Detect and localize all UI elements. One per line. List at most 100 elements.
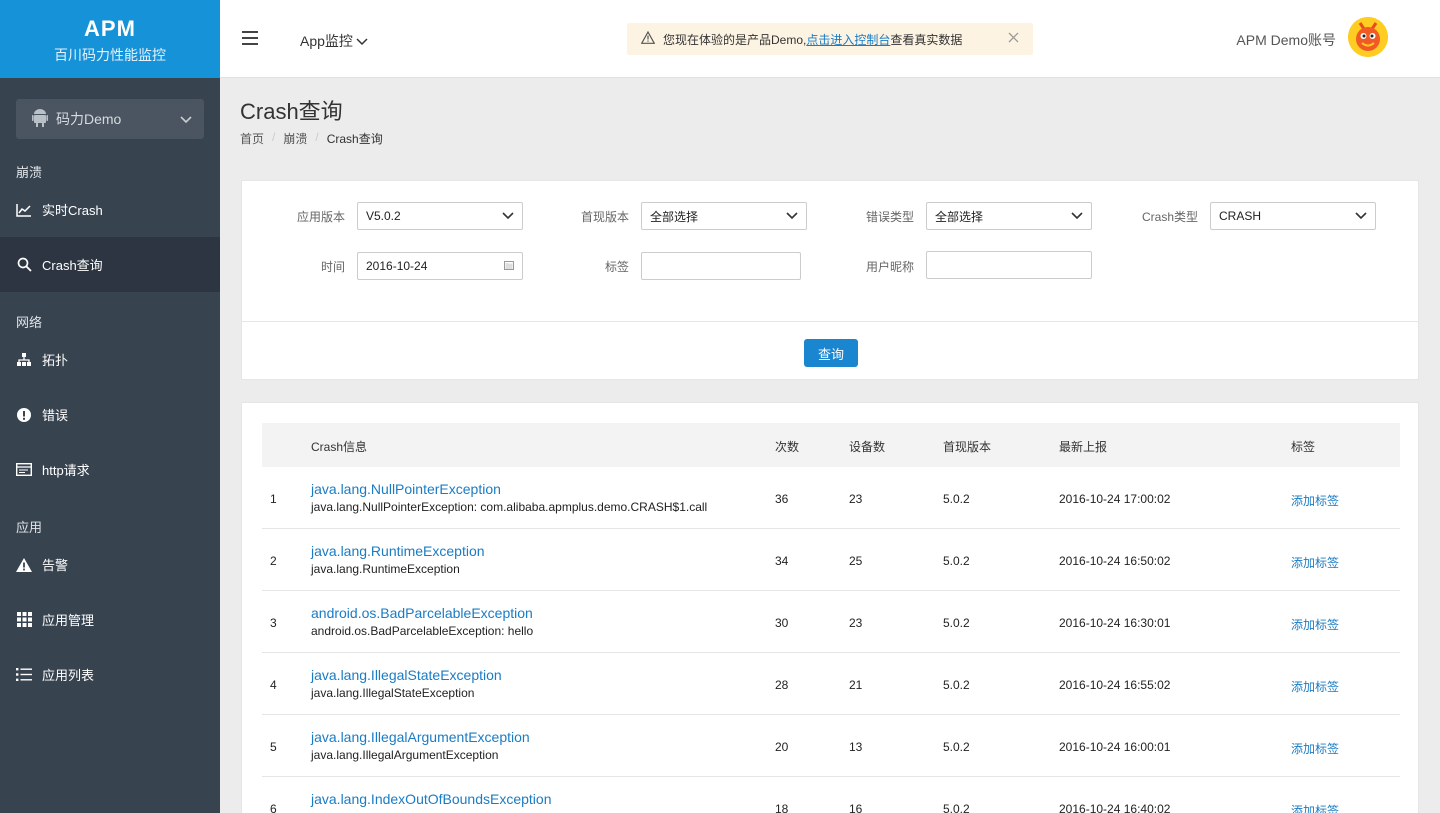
close-icon[interactable] — [1008, 30, 1019, 48]
nav-item-label: 拓扑 — [42, 353, 69, 368]
nav-item-error[interactable]: 错误 — [0, 387, 220, 442]
nav-item-topology[interactable]: 拓扑 — [0, 332, 220, 387]
table-header: Crash信息 次数 设备数 首现版本 最新上报 标签 — [262, 423, 1400, 467]
header-tag: 标签 — [1291, 440, 1316, 454]
nav-item-alarm[interactable]: 告警 — [0, 537, 220, 592]
first-version: 5.0.2 — [943, 554, 970, 568]
crash-count: 36 — [775, 492, 789, 506]
first-version: 5.0.2 — [943, 740, 970, 754]
breadcrumb-home[interactable]: 首页 — [240, 130, 264, 147]
crash-title-link[interactable]: java.lang.NullPointerException — [311, 481, 707, 497]
device-count: 21 — [849, 678, 863, 692]
chevron-down-icon — [180, 111, 192, 127]
add-tag-link[interactable]: 添加标签 — [1291, 678, 1339, 695]
nav-item-label: Crash查询 — [42, 258, 103, 273]
sidebar: APM 百川码力性能监控 码力Demo 崩溃 实时Crash Crash查询 网… — [0, 0, 220, 813]
latest-report: 2016-10-24 16:30:01 — [1059, 616, 1171, 630]
latest-report: 2016-10-24 16:55:02 — [1059, 678, 1171, 692]
add-tag-link[interactable]: 添加标签 — [1291, 802, 1339, 813]
row-index: 3 — [270, 616, 277, 630]
tag-label: 标签 — [604, 260, 629, 274]
chevron-down-icon — [356, 33, 368, 49]
crash-title-link[interactable]: java.lang.IllegalStateException — [311, 667, 502, 683]
query-button[interactable]: 查询 — [804, 339, 858, 367]
top-header: App监控 您现在体验的是产品Demo, 点击进入控制台 查看真实数据 APM … — [220, 0, 1440, 78]
filter-divider — [242, 321, 1418, 322]
latest-report: 2016-10-24 16:50:02 — [1059, 554, 1171, 568]
latest-report: 2016-10-24 17:00:02 — [1059, 492, 1171, 506]
app-selector-name: 码力Demo — [56, 111, 122, 127]
warning-icon — [640, 30, 656, 47]
error-type-value: 全部选择 — [935, 209, 984, 224]
crash-description: android.os.BadParcelableException: hello — [311, 624, 534, 638]
app-selector[interactable]: 码力Demo — [16, 99, 204, 139]
nav-item-label: 告警 — [42, 558, 69, 573]
crash-count: 28 — [775, 678, 789, 692]
first-version-value: 全部选择 — [650, 209, 699, 224]
topology-icon — [16, 352, 32, 368]
first-version: 5.0.2 — [943, 802, 970, 813]
app-version-label: 应用版本 — [296, 210, 345, 224]
crash-description: java.lang.IllegalStateException — [311, 686, 475, 700]
crash-title-link[interactable]: java.lang.IndexOutOfBoundsException — [311, 791, 552, 807]
tag-input[interactable] — [641, 252, 801, 280]
device-count: 23 — [849, 492, 863, 506]
chevron-down-icon — [786, 209, 798, 223]
crash-count: 20 — [775, 740, 789, 754]
nav-item-crash-query[interactable]: Crash查询 — [0, 237, 220, 292]
crash-description: java.lang.NullPointerException: com.alib… — [311, 500, 708, 514]
console-link[interactable]: 点击进入控制台 — [806, 31, 890, 48]
crash-type-select[interactable]: CRASH — [1210, 202, 1376, 230]
nav-item-app-manage[interactable]: 应用管理 — [0, 592, 220, 647]
header-devices: 设备数 — [849, 440, 886, 454]
error-type-select[interactable]: 全部选择 — [926, 202, 1092, 230]
device-count: 13 — [849, 740, 863, 754]
table-row: 4 java.lang.IllegalStateException java.l… — [262, 653, 1400, 715]
notice-prefix: 您现在体验的是产品Demo, — [663, 32, 807, 47]
warning-icon — [16, 557, 32, 573]
first-version-select[interactable]: 全部选择 — [641, 202, 807, 230]
row-index: 4 — [270, 678, 277, 692]
header-crash-info: Crash信息 — [311, 440, 368, 454]
avatar[interactable] — [1348, 17, 1388, 57]
first-version: 5.0.2 — [943, 678, 970, 692]
brand[interactable]: APM 百川码力性能监控 — [0, 0, 220, 78]
add-tag-link[interactable]: 添加标签 — [1291, 740, 1339, 757]
nav-item-label: http请求 — [42, 463, 90, 478]
account-name[interactable]: APM Demo账号 — [1236, 30, 1336, 50]
crash-description: java.lang.RuntimeException — [311, 562, 460, 576]
brand-subtitle: 百川码力性能监控 — [54, 47, 166, 63]
crash-table: Crash信息 次数 设备数 首现版本 最新上报 标签 1 java.lang.… — [241, 402, 1419, 813]
nav-item-app-list[interactable]: 应用列表 — [0, 647, 220, 702]
menu-toggle-icon[interactable] — [242, 31, 258, 45]
time-input[interactable]: 2016-10-24 — [357, 252, 523, 280]
nav-section-app: 应用 — [16, 520, 43, 535]
page-title: Crash查询 — [240, 99, 343, 124]
table-row: 1 java.lang.NullPointerException java.la… — [262, 467, 1400, 529]
first-version: 5.0.2 — [943, 492, 970, 506]
nav-item-realtime-crash[interactable]: 实时Crash — [0, 182, 220, 237]
crash-title-link[interactable]: java.lang.IllegalArgumentException — [311, 729, 530, 745]
app-version-select[interactable]: V5.0.2 — [357, 202, 523, 230]
device-count: 23 — [849, 616, 863, 630]
app-monitor-label: App监控 — [300, 33, 353, 49]
add-tag-link[interactable]: 添加标签 — [1291, 616, 1339, 633]
crash-count: 30 — [775, 616, 789, 630]
grid-icon — [16, 612, 32, 628]
header-latest: 最新上报 — [1059, 440, 1108, 454]
error-type-label: 错误类型 — [865, 210, 914, 224]
crash-title-link[interactable]: android.os.BadParcelableException — [311, 605, 533, 621]
latest-report: 2016-10-24 16:40:02 — [1059, 802, 1171, 813]
crash-title-link[interactable]: java.lang.RuntimeException — [311, 543, 485, 559]
nav-item-http[interactable]: http请求 — [0, 442, 220, 497]
app-monitor-menu[interactable]: App监控 — [300, 31, 368, 51]
app-version-value: V5.0.2 — [366, 209, 401, 223]
add-tag-link[interactable]: 添加标签 — [1291, 554, 1339, 571]
breadcrumb: 首页 / 崩溃 / Crash查询 — [240, 130, 383, 147]
add-tag-link[interactable]: 添加标签 — [1291, 492, 1339, 509]
header-count: 次数 — [775, 440, 800, 454]
breadcrumb-current: Crash查询 — [326, 132, 383, 146]
breadcrumb-crash[interactable]: 崩溃 — [283, 130, 307, 147]
row-index: 1 — [270, 492, 277, 506]
nickname-input[interactable] — [926, 251, 1092, 279]
